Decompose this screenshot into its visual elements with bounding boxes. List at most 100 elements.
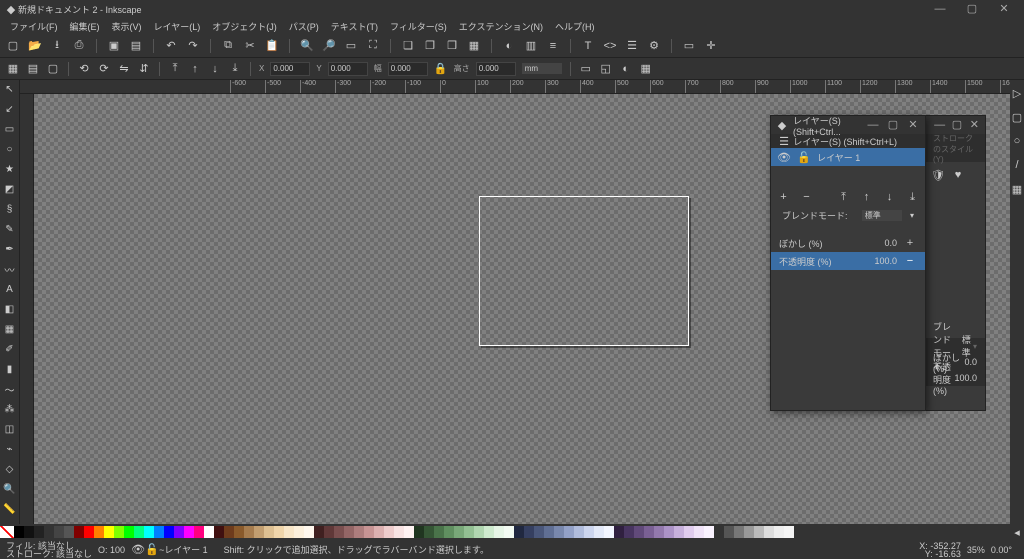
layer-down-icon[interactable]: ↓ xyxy=(885,190,894,204)
move-gradient-icon[interactable]: ◐ xyxy=(619,62,633,76)
color-swatch[interactable] xyxy=(694,526,704,538)
color-swatch[interactable] xyxy=(764,526,774,538)
raise-top-icon[interactable]: ⤒ xyxy=(168,62,182,76)
color-swatch[interactable] xyxy=(734,526,744,538)
color-swatch[interactable] xyxy=(444,526,454,538)
layers-panel-min-icon[interactable]: — xyxy=(865,116,881,134)
color-swatch[interactable] xyxy=(54,526,64,538)
layer-bottom-icon[interactable]: ⤓ xyxy=(908,190,917,204)
duplicate-icon[interactable]: ❏ xyxy=(401,39,415,53)
color-swatch[interactable] xyxy=(604,526,614,538)
xml-icon[interactable]: <> xyxy=(603,39,617,53)
color-swatch[interactable] xyxy=(134,526,144,538)
rotate-cw-icon[interactable]: ⟳ xyxy=(97,62,111,76)
flip-h-icon[interactable]: ⇋ xyxy=(117,62,131,76)
color-swatch[interactable] xyxy=(314,526,324,538)
color-swatch[interactable] xyxy=(84,526,94,538)
color-swatch[interactable] xyxy=(164,526,174,538)
color-swatch[interactable] xyxy=(104,526,114,538)
menu-icon[interactable]: ☰ xyxy=(777,134,791,148)
color-swatch[interactable] xyxy=(494,526,504,538)
color-swatch[interactable] xyxy=(564,526,574,538)
color-swatch[interactable] xyxy=(584,526,594,538)
color-swatch[interactable] xyxy=(474,526,484,538)
object-props-icon[interactable]: ▥ xyxy=(524,39,538,53)
redo-icon[interactable]: ↷ xyxy=(186,39,200,53)
add-layer-icon[interactable]: + xyxy=(779,190,788,204)
close-button[interactable]: ✕ xyxy=(988,0,1020,18)
menu-text[interactable]: テキスト(T) xyxy=(325,20,384,33)
color-swatch[interactable] xyxy=(94,526,104,538)
menu-file[interactable]: ファイル(F) xyxy=(4,20,64,33)
color-swatch[interactable] xyxy=(714,526,724,538)
layer-top-icon[interactable]: ⤒ xyxy=(839,190,848,204)
align-icon[interactable]: ≡ xyxy=(546,39,560,53)
fill-op-val[interactable]: 100.0 xyxy=(954,373,977,383)
snap-bbox-icon[interactable]: ▢ xyxy=(1010,110,1024,124)
remove-layer-icon[interactable]: − xyxy=(802,190,811,204)
color-swatch[interactable] xyxy=(64,526,74,538)
color-swatch[interactable] xyxy=(684,526,694,538)
shield-icon[interactable]: 🛡 xyxy=(931,168,945,182)
color-swatch[interactable] xyxy=(294,526,304,538)
color-swatch[interactable] xyxy=(574,526,584,538)
color-swatch[interactable] xyxy=(234,526,244,538)
group-icon[interactable]: ▦ xyxy=(467,39,481,53)
star-tool-icon[interactable]: ★ xyxy=(2,162,18,176)
color-swatch[interactable] xyxy=(324,526,334,538)
color-swatch[interactable] xyxy=(464,526,474,538)
layers-panel-close-icon[interactable]: ✕ xyxy=(905,116,921,134)
color-swatch[interactable] xyxy=(354,526,364,538)
fill-blur-val[interactable]: 0.0 xyxy=(964,357,977,367)
menu-help[interactable]: ヘルプ(H) xyxy=(549,20,601,33)
scale-corner-icon[interactable]: ◱ xyxy=(599,62,613,76)
open-icon[interactable]: 📂 xyxy=(28,39,42,53)
blur-val[interactable]: 0.0 xyxy=(884,238,897,248)
status-opacity[interactable]: O: 100 xyxy=(98,545,125,555)
color-swatch[interactable] xyxy=(174,526,184,538)
color-swatch[interactable] xyxy=(434,526,444,538)
layer-name[interactable]: レイヤー 1 xyxy=(817,151,860,164)
color-swatch[interactable] xyxy=(724,526,734,538)
fill-panel-max-icon[interactable]: ▢ xyxy=(950,116,963,134)
gradient-tool-icon[interactable]: ◧ xyxy=(2,302,18,316)
color-swatch[interactable] xyxy=(364,526,374,538)
color-swatch[interactable] xyxy=(504,526,514,538)
node-tool-icon[interactable]: ↙ xyxy=(2,102,18,116)
menu-layer[interactable]: レイヤー(L) xyxy=(148,20,207,33)
color-swatch[interactable] xyxy=(34,526,44,538)
lpe-tool-icon[interactable]: ◇ xyxy=(2,462,18,476)
color-swatch[interactable] xyxy=(144,526,154,538)
y-input[interactable] xyxy=(328,62,368,76)
status-lock-icon[interactable]: 🔓 xyxy=(145,543,159,557)
zoom-page-icon[interactable]: ▭ xyxy=(344,39,358,53)
color-swatch[interactable] xyxy=(184,526,194,538)
connector-tool-icon[interactable]: ⌁ xyxy=(2,442,18,456)
status-zoom[interactable]: 35% xyxy=(967,545,985,555)
color-swatch[interactable] xyxy=(484,526,494,538)
snap-toggle-icon[interactable]: ▷ xyxy=(1010,86,1024,100)
rect-tool-icon[interactable]: ▭ xyxy=(2,122,18,136)
spiral-tool-icon[interactable]: § xyxy=(2,202,18,216)
status-layer[interactable]: ~レイヤー 1 xyxy=(159,543,208,556)
zoom-tool-icon[interactable]: 🔍 xyxy=(2,482,18,496)
x-input[interactable] xyxy=(270,62,310,76)
color-swatch[interactable] xyxy=(514,526,524,538)
prefs-icon[interactable]: ⚙ xyxy=(647,39,661,53)
layer-row[interactable]: 👁 🔓 レイヤー 1 xyxy=(771,148,925,166)
status-eye-icon[interactable]: 👁 xyxy=(131,543,145,557)
color-swatch[interactable] xyxy=(124,526,134,538)
zoom-out-icon[interactable]: 🔎 xyxy=(322,39,336,53)
color-swatch[interactable] xyxy=(284,526,294,538)
lower-bottom-icon[interactable]: ⤓ xyxy=(228,62,242,76)
h-input[interactable] xyxy=(476,62,516,76)
color-swatch[interactable] xyxy=(374,526,384,538)
tweak-tool-icon[interactable]: 〜 xyxy=(2,382,18,396)
eraser-tool-icon[interactable]: ◫ xyxy=(2,422,18,436)
snap-node-icon[interactable]: ○ xyxy=(1010,134,1024,148)
save-icon[interactable]: ⭳ xyxy=(50,39,64,53)
undo-icon[interactable]: ↶ xyxy=(164,39,178,53)
cut-icon[interactable]: ✂ xyxy=(243,39,257,53)
color-swatch[interactable] xyxy=(224,526,234,538)
lock-icon[interactable]: 🔒 xyxy=(434,62,448,76)
